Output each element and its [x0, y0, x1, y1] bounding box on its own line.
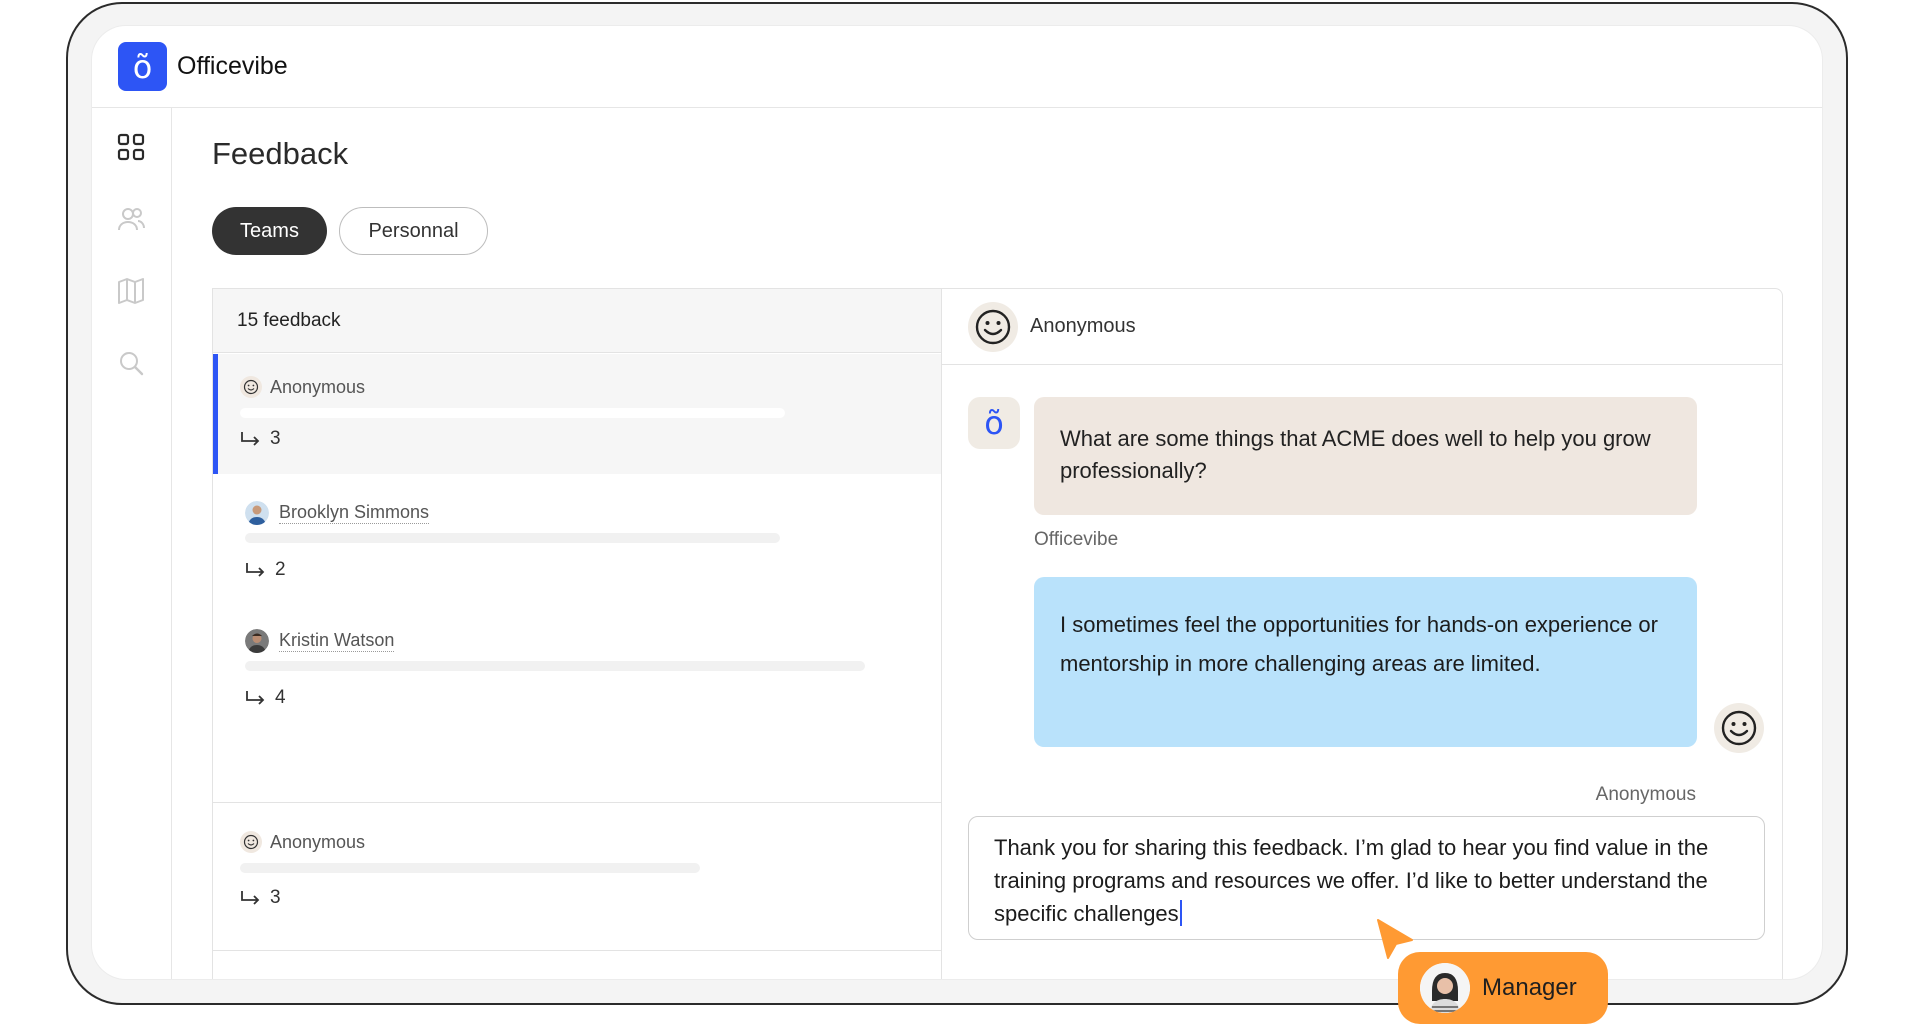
answer-bubble: I sometimes feel the opportunities for h…	[1034, 577, 1697, 747]
book-icon[interactable]	[116, 276, 146, 306]
top-bar: õ Officevibe	[92, 26, 1822, 108]
app-window: õ Officevibe Feedback Teams Personnal 15…	[92, 26, 1822, 979]
reply-arrow-icon	[241, 891, 260, 905]
reply-text: Thank you for sharing this feedback. I’m…	[994, 835, 1709, 926]
dashboard-grid-icon[interactable]	[116, 132, 146, 162]
reply-count-value: 3	[270, 887, 281, 908]
feedback-preview-bar	[240, 408, 785, 418]
logo-glyph: õ	[132, 47, 153, 86]
author-name[interactable]: Kristin Watson	[279, 630, 395, 652]
reply-count-value: 3	[270, 428, 281, 449]
reply-arrow-icon	[246, 691, 265, 705]
feedback-list: 15 feedback Anonymous 3 Brooklyn Simmons	[212, 288, 942, 979]
feedback-author: Anonymous	[240, 831, 365, 853]
answer-sender: Anonymous	[1595, 784, 1696, 805]
reply-count-value: 4	[275, 687, 286, 708]
smiley-icon	[968, 301, 1018, 352]
brand-name: Officevibe	[177, 52, 288, 80]
bot-glyph: õ	[984, 404, 1004, 442]
author-name[interactable]: Brooklyn Simmons	[279, 502, 430, 524]
feedback-author: Kristin Watson	[245, 629, 395, 653]
feedback-preview-bar	[240, 863, 700, 873]
question-sender: Officevibe	[1034, 529, 1119, 550]
feedback-item-4[interactable]: Anonymous 3	[213, 803, 941, 950]
author-name: Anonymous	[270, 831, 366, 852]
feedback-item-1[interactable]: Anonymous 3	[213, 354, 941, 474]
users-icon[interactable]	[116, 204, 146, 234]
search-icon[interactable]	[116, 348, 146, 378]
avatar	[245, 629, 269, 653]
avatar	[245, 501, 269, 525]
reply-arrow-icon	[246, 563, 265, 577]
conversation-author: Anonymous	[1030, 315, 1136, 337]
conversation-panel: Anonymous õ What are some things that AC…	[942, 288, 1783, 979]
page-title: Feedback	[212, 136, 349, 171]
sidebar	[92, 108, 172, 979]
smiley-icon	[1714, 703, 1764, 753]
reply-count-value: 2	[275, 559, 286, 580]
conversation-header: Anonymous	[942, 289, 1782, 365]
reply-input[interactable]: Thank you for sharing this feedback. I’m…	[968, 816, 1765, 940]
manager-label: Manager	[1482, 974, 1577, 1001]
feedback-item-2[interactable]: Brooklyn Simmons 2	[213, 479, 941, 599]
feedback-author: Brooklyn Simmons	[245, 501, 430, 525]
feedback-item-3[interactable]: Kristin Watson 4	[213, 599, 941, 719]
reply-count: 3	[240, 887, 281, 909]
divider	[213, 950, 941, 951]
reply-count: 2	[245, 559, 286, 581]
reply-count: 4	[245, 687, 286, 709]
text-caret	[1179, 900, 1182, 926]
manager-cursor-tag: Manager	[1398, 952, 1608, 1024]
reply-count: 3	[240, 428, 281, 450]
officevibe-bot-avatar: õ	[968, 397, 1020, 449]
smiley-icon	[240, 831, 262, 853]
manager-avatar	[1420, 963, 1470, 1013]
tab-personnal[interactable]: Personnal	[339, 207, 488, 255]
smiley-icon	[240, 376, 262, 398]
officevibe-logo[interactable]: õ	[118, 42, 167, 91]
author-name: Anonymous	[270, 376, 366, 397]
feedback-author: Anonymous	[240, 376, 365, 398]
tab-teams[interactable]: Teams	[212, 207, 327, 255]
feedback-count: 15 feedback	[213, 289, 941, 353]
reply-arrow-icon	[241, 432, 260, 446]
feedback-preview-bar	[245, 661, 865, 671]
question-bubble: What are some things that ACME does well…	[1034, 397, 1697, 515]
feedback-preview-bar	[245, 533, 780, 543]
